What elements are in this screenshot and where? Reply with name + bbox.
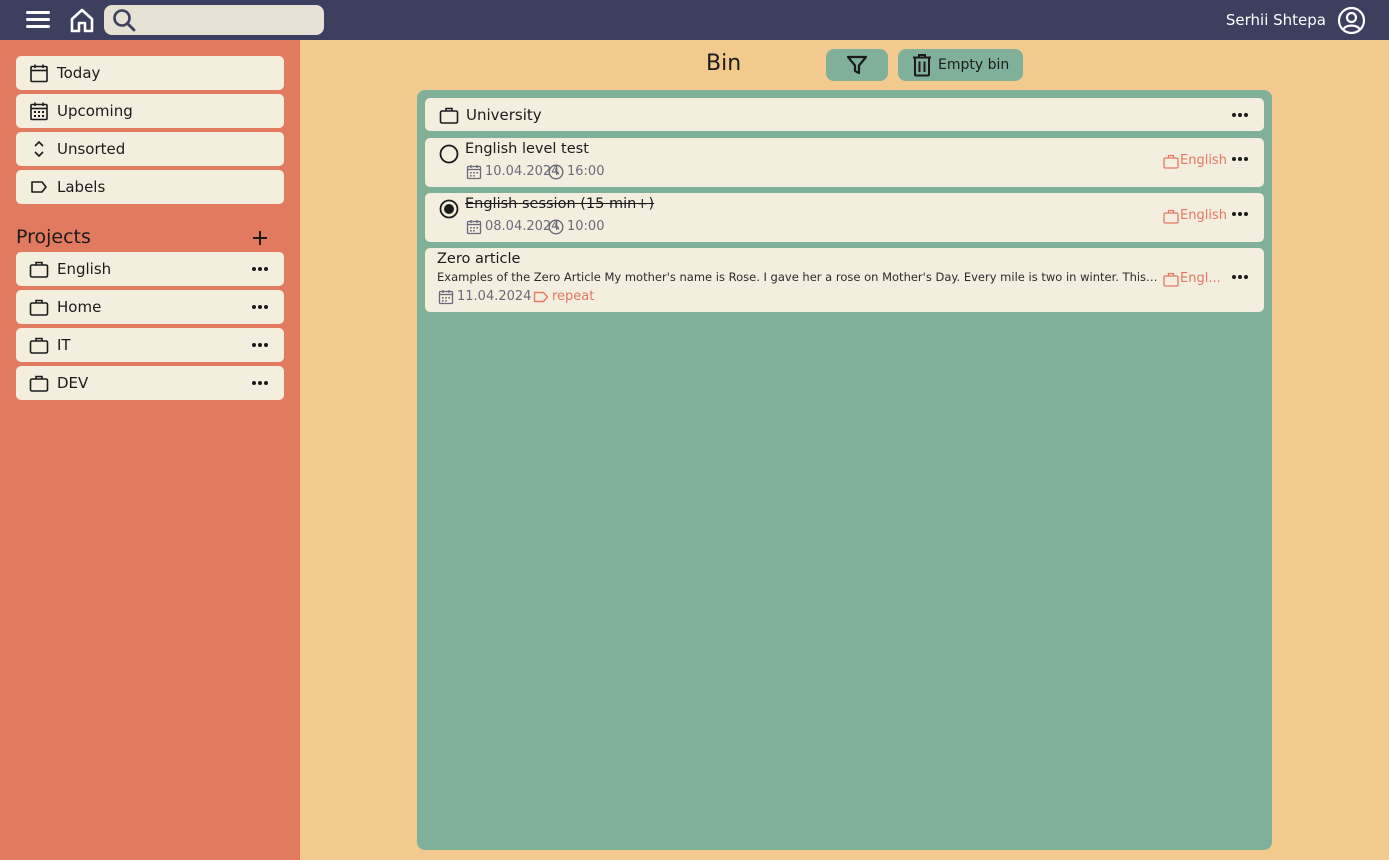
task-title: English session (15 min+) xyxy=(465,196,655,212)
sidebar-item-labels[interactable]: Labels xyxy=(16,170,284,204)
top-bar: Serhii Shtepa xyxy=(0,0,1389,40)
section-university[interactable]: University xyxy=(425,98,1264,131)
menu-icon[interactable] xyxy=(24,9,52,31)
label-icon xyxy=(31,181,47,193)
calendar-icon xyxy=(466,220,482,235)
calendar-icon xyxy=(30,64,48,83)
more-options-icon[interactable] xyxy=(1230,204,1250,224)
more-options-icon[interactable] xyxy=(250,335,270,355)
more-options-icon[interactable] xyxy=(250,373,270,393)
add-project-icon[interactable] xyxy=(250,228,270,248)
sidebar-item-label: Labels xyxy=(57,178,106,196)
page-title: Bin xyxy=(706,51,742,76)
task-item[interactable]: English session (15 min+) 08.04.2024 10:… xyxy=(425,193,1264,242)
project-item-label: Home xyxy=(57,298,102,316)
search-bar[interactable] xyxy=(104,5,324,35)
project-item-label: English xyxy=(57,260,112,278)
task-label-text: repeat xyxy=(552,289,595,304)
briefcase-icon xyxy=(29,261,49,278)
sort-icon xyxy=(34,140,44,158)
more-options-icon[interactable] xyxy=(250,259,270,279)
task-title: Zero article xyxy=(437,251,521,267)
task-checkbox[interactable] xyxy=(439,144,459,164)
user-name: Serhii Shtepa xyxy=(1225,11,1326,29)
projects-heading: Projects xyxy=(16,226,91,248)
section-label: University xyxy=(466,106,542,124)
project-item-label: IT xyxy=(57,336,71,354)
empty-bin-button[interactable]: Empty bin xyxy=(898,49,1023,81)
task-time-text: 16:00 xyxy=(567,164,605,179)
briefcase-icon xyxy=(29,375,49,392)
calendar-icon xyxy=(438,290,454,305)
more-options-icon[interactable] xyxy=(1230,149,1250,169)
label-icon xyxy=(533,291,549,303)
filter-icon xyxy=(846,55,868,75)
task-checkbox-checked[interactable] xyxy=(439,199,459,219)
project-item-dev[interactable]: DEV xyxy=(16,366,284,400)
task-time-text: 10:00 xyxy=(567,219,605,234)
home-icon[interactable] xyxy=(69,7,95,33)
bin-panel: University English level test 10.04.2024… xyxy=(417,90,1272,850)
briefcase-icon xyxy=(1163,272,1179,287)
sidebar-item-label: Today xyxy=(57,64,101,82)
project-item-english[interactable]: English xyxy=(16,252,284,286)
task-title: English level test xyxy=(465,141,589,157)
search-icon xyxy=(113,9,136,32)
briefcase-icon xyxy=(1163,209,1179,224)
sidebar-item-unsorted[interactable]: Unsorted xyxy=(16,132,284,166)
task-project-label: Engl... xyxy=(1180,271,1221,286)
briefcase-icon xyxy=(29,337,49,354)
briefcase-icon xyxy=(439,107,459,124)
task-description: Examples of the Zero Article My mother's… xyxy=(437,270,1161,284)
task-date-text: 11.04.2024 xyxy=(457,289,532,304)
task-project-label: English xyxy=(1180,153,1227,168)
more-options-icon[interactable] xyxy=(250,297,270,317)
sidebar-item-label: Unsorted xyxy=(57,140,126,158)
sidebar: Today Upcoming Unsorted Labels Projects … xyxy=(0,40,300,860)
project-item-label: DEV xyxy=(57,374,89,392)
more-options-icon[interactable] xyxy=(1230,105,1250,125)
user-avatar-icon[interactable] xyxy=(1337,6,1366,35)
empty-bin-label: Empty bin xyxy=(938,57,1010,73)
calendar-grid-icon xyxy=(30,102,48,121)
sidebar-item-today[interactable]: Today xyxy=(16,56,284,90)
calendar-icon xyxy=(466,165,482,180)
more-options-icon[interactable] xyxy=(1230,267,1250,287)
sidebar-item-label: Upcoming xyxy=(57,102,133,120)
task-item[interactable]: English level test 10.04.2024 16:00 Engl… xyxy=(425,138,1264,187)
clock-icon xyxy=(548,219,564,235)
briefcase-icon xyxy=(1163,154,1179,169)
filter-button[interactable] xyxy=(826,49,888,81)
task-item[interactable]: Zero article Examples of the Zero Articl… xyxy=(425,248,1264,312)
sidebar-item-upcoming[interactable]: Upcoming xyxy=(16,94,284,128)
clock-icon xyxy=(548,164,564,180)
briefcase-icon xyxy=(29,299,49,316)
project-item-home[interactable]: Home xyxy=(16,290,284,324)
search-input[interactable] xyxy=(142,9,316,31)
task-project-label: English xyxy=(1180,208,1227,223)
trash-icon xyxy=(913,54,931,77)
project-item-it[interactable]: IT xyxy=(16,328,284,362)
